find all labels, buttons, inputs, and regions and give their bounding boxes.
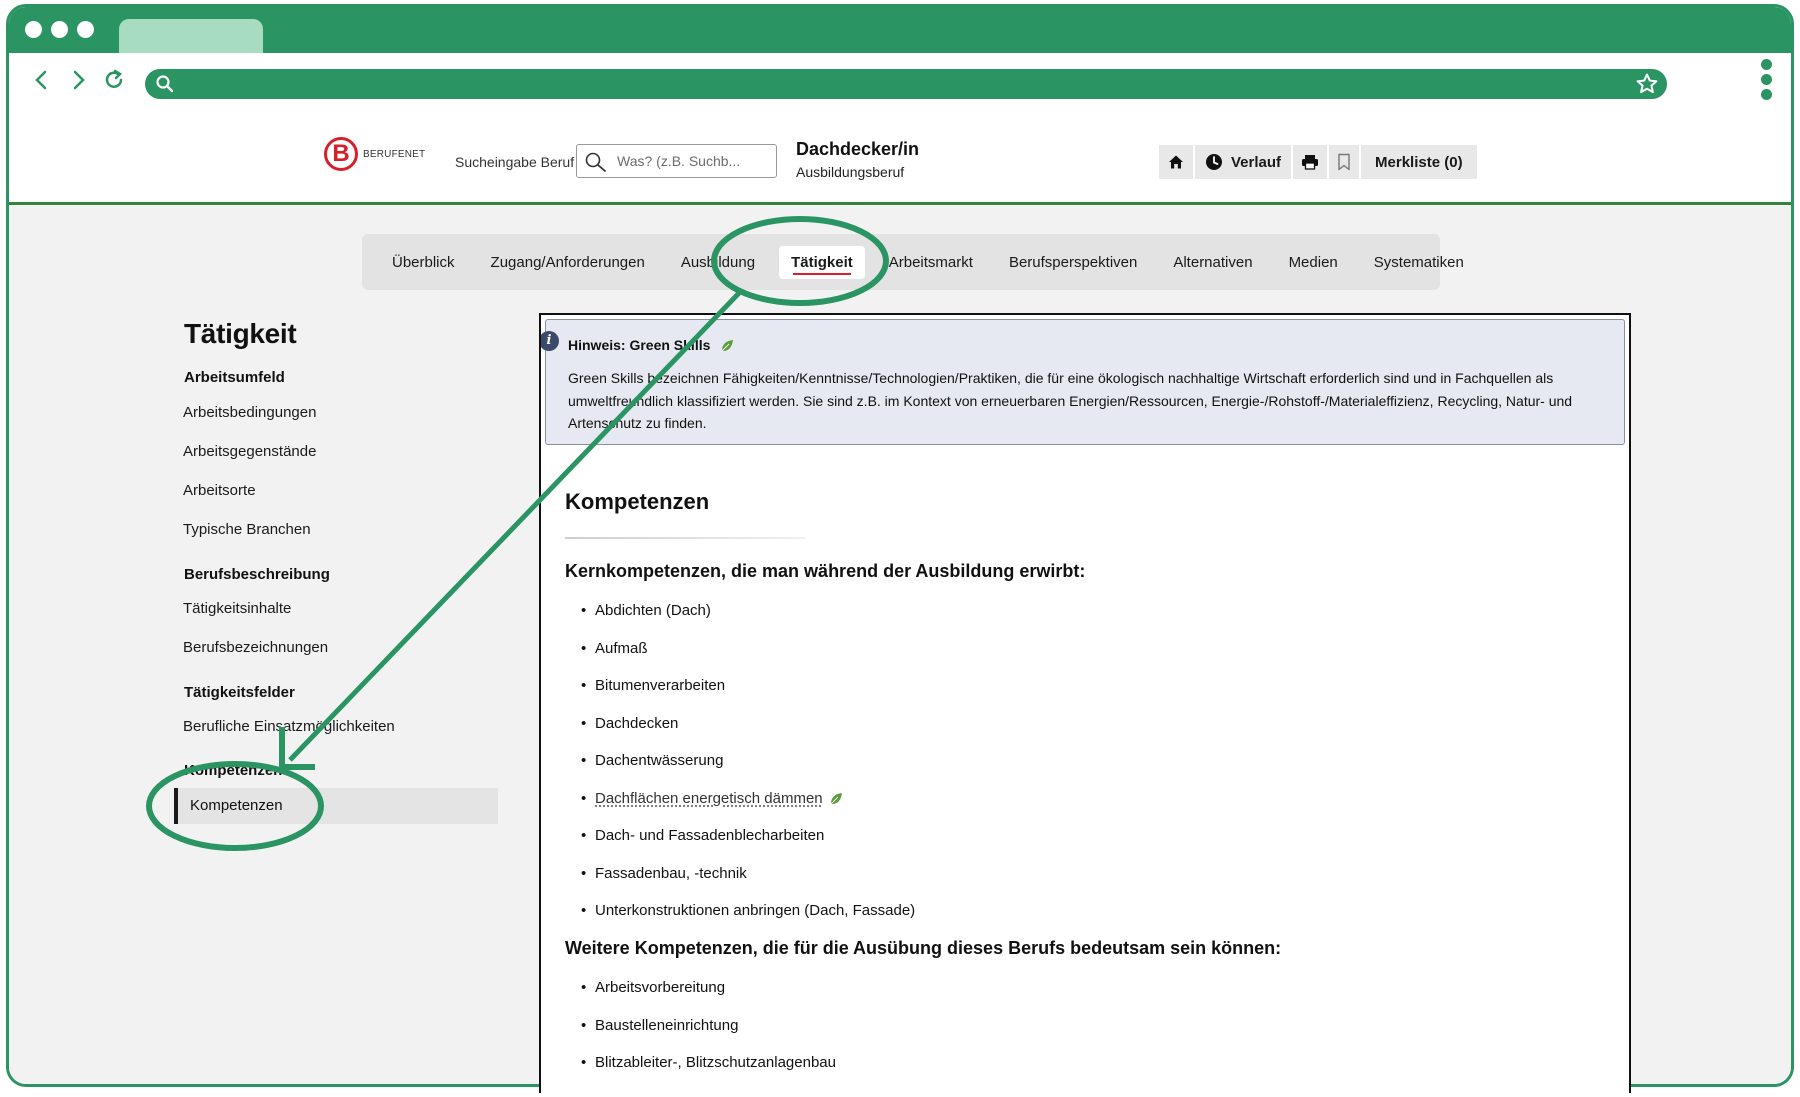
bookmark-button[interactable] <box>1329 145 1360 179</box>
job-search-field[interactable] <box>576 144 777 178</box>
print-button[interactable] <box>1293 145 1328 179</box>
tab-berufsperspektiven[interactable]: Berufsperspektiven <box>997 246 1149 279</box>
tab-zugang-anforderungen[interactable]: Zugang/Anforderungen <box>479 246 657 279</box>
tab-taetigkeit[interactable]: Tätigkeit <box>779 245 865 279</box>
berufenet-logo[interactable]: B BERUFENET <box>324 137 425 171</box>
hint-body: Green Skills bezeichnen Fähigkeiten/Kenn… <box>568 370 1573 431</box>
sidebar-item-arbeitsbedingungen[interactable]: Arbeitsbedingungen <box>183 404 316 421</box>
sidebar-item-berufliche-einsatzmoeglichkeiten[interactable]: Berufliche Einsatzmöglichkeiten <box>183 718 395 735</box>
header-toolbar: Verlauf Merkliste (0) <box>1159 145 1477 179</box>
chevron-right-icon[interactable] <box>65 67 91 93</box>
browser-tab[interactable] <box>119 19 263 53</box>
competency-label: Dach- und Fassadenblecharbeiten <box>595 827 825 844</box>
printer-icon <box>1302 155 1319 170</box>
list-item: Fassadenbau, -technik <box>565 864 915 902</box>
star-icon[interactable] <box>1635 72 1659 96</box>
competency-label: Dachdecken <box>595 714 679 732</box>
logo-text: BERUFENET <box>363 148 426 160</box>
browser-toolbar <box>9 53 1791 107</box>
sidebar-title: Tätigkeit <box>184 318 297 349</box>
hint-title: Hinweis: Green Skills <box>568 337 734 353</box>
home-button[interactable] <box>1159 145 1193 179</box>
leaf-icon <box>721 340 734 352</box>
window-minimize-dot[interactable] <box>51 21 68 38</box>
sidebar-heading-kompetenzen: Kompetenzen <box>184 762 283 779</box>
competency-label: Bitumenverarbeiten <box>595 677 726 694</box>
leaf-icon <box>830 792 842 804</box>
reload-icon[interactable] <box>101 67 127 93</box>
list-item: Abdichten (Dach) <box>565 601 915 639</box>
core-competencies-list: Abdichten (Dach) Aufmaß Bitumenverarbeit… <box>565 601 915 939</box>
chevron-left-icon[interactable] <box>29 67 55 93</box>
list-item: Arbeitsvorbereitung <box>565 978 836 1016</box>
list-item: Blitzableiter-, Blitzschutzanlagenbau <box>565 1053 836 1091</box>
list-item: Aufmaß <box>565 639 915 677</box>
section-title: Kompetenzen <box>565 489 710 514</box>
browser-titlebar <box>9 7 1791 53</box>
job-subtitle: Ausbildungsberuf <box>796 164 905 180</box>
list-item: Baustelleneinrichtung <box>565 1016 836 1054</box>
site-header: B BERUFENET Sucheingabe Beruf Dachdecker… <box>9 107 1791 205</box>
search-icon <box>585 152 606 172</box>
competency-label: Unterkonstruktionen anbringen (Dach, Fas… <box>595 902 916 919</box>
list-item: Bitumenverarbeiten <box>565 676 915 714</box>
sidebar-item-kompetenzen[interactable]: Kompetenzen <box>174 788 498 824</box>
sidebar-item-berufsbezeichnungen[interactable]: Berufsbezeichnungen <box>183 639 328 656</box>
tab-arbeitsmarkt[interactable]: Arbeitsmarkt <box>877 246 985 279</box>
address-bar[interactable] <box>145 69 1667 99</box>
hint-title-text: Hinweis: Green Skills <box>568 337 711 353</box>
competency-label: Baustelleneinrichtung <box>595 1016 739 1034</box>
sidebar-item-typische-branchen[interactable]: Typische Branchen <box>183 521 311 538</box>
sidebar-item-arbeitsgegenstaende[interactable]: Arbeitsgegenstände <box>183 443 316 460</box>
section-tabs: Überblick Zugang/Anforderungen Ausbildun… <box>362 234 1464 290</box>
info-icon: i <box>541 331 559 351</box>
merkliste-button[interactable]: Merkliste (0) <box>1361 145 1477 179</box>
list-item: Dachentwässerung <box>565 751 915 789</box>
sidebar-heading-berufsbeschreibung: Berufsbeschreibung <box>184 566 330 583</box>
sidebar-item-label: Kompetenzen <box>190 797 283 814</box>
logo-mark: B <box>324 137 358 171</box>
list-item: Unterkonstruktionen anbringen (Dach, Fas… <box>565 901 915 939</box>
further-competencies-heading: Weitere Kompetenzen, die für die Ausübun… <box>565 938 1282 958</box>
clock-icon <box>1206 154 1222 170</box>
competency-label: Fassadenbau, -technik <box>595 864 747 882</box>
tab-systematiken[interactable]: Systematiken <box>1362 246 1476 279</box>
competency-label: Aufmaß <box>595 639 648 657</box>
job-title: Dachdecker/in <box>796 139 920 159</box>
kebab-menu-icon[interactable] <box>1761 59 1773 101</box>
verlauf-label: Verlauf <box>1231 153 1282 171</box>
green-skills-hint: Hinweis: Green Skills Green Skills bezei… <box>545 319 1625 445</box>
further-competencies-list: Arbeitsvorbereitung Baustelleneinrichtun… <box>565 978 836 1091</box>
merkliste-label: Merkliste (0) <box>1375 153 1463 171</box>
tab-medien[interactable]: Medien <box>1277 246 1350 279</box>
sidebar-item-arbeitsorte[interactable]: Arbeitsorte <box>183 482 256 499</box>
competency-label: Arbeitsvorbereitung <box>595 979 726 996</box>
list-item: Dach- und Fassadenblecharbeiten <box>565 826 915 864</box>
search-label: Sucheingabe Beruf <box>455 154 575 170</box>
tab-ausbildung[interactable]: Ausbildung <box>669 246 767 279</box>
competency-label: Abdichten (Dach) <box>595 602 711 619</box>
window-close-dot[interactable] <box>25 21 42 38</box>
competency-label: Blitzableiter-, Blitzschutzanlagenbau <box>595 1054 836 1071</box>
tab-alternativen[interactable]: Alternativen <box>1161 246 1264 279</box>
search-icon <box>156 75 174 93</box>
section-divider <box>565 537 805 539</box>
bookmark-icon <box>1338 153 1350 171</box>
sidebar-heading-arbeitsumfeld: Arbeitsumfeld <box>184 369 285 386</box>
verlauf-button[interactable]: Verlauf <box>1195 145 1292 179</box>
core-competencies-heading: Kernkompetenzen, die man während der Aus… <box>565 561 1086 581</box>
list-item: Dachdecken <box>565 714 915 752</box>
sidebar-heading-taetigkeitsfelder: Tätigkeitsfelder <box>184 684 295 701</box>
tab-ueberblick[interactable]: Überblick <box>380 246 467 279</box>
green-competency-link[interactable]: Dachflächen energetisch dämmen <box>595 790 823 807</box>
home-icon <box>1169 155 1183 169</box>
job-search-input[interactable] <box>617 151 767 171</box>
list-item: Dachflächen energetisch dämmen <box>565 789 915 827</box>
competency-label: Dachentwässerung <box>595 752 724 769</box>
window-maximize-dot[interactable] <box>77 21 94 38</box>
content-card: Hinweis: Green Skills Green Skills bezei… <box>539 313 1631 1093</box>
sidebar-item-taetigkeitsinhalte[interactable]: Tätigkeitsinhalte <box>183 600 291 617</box>
